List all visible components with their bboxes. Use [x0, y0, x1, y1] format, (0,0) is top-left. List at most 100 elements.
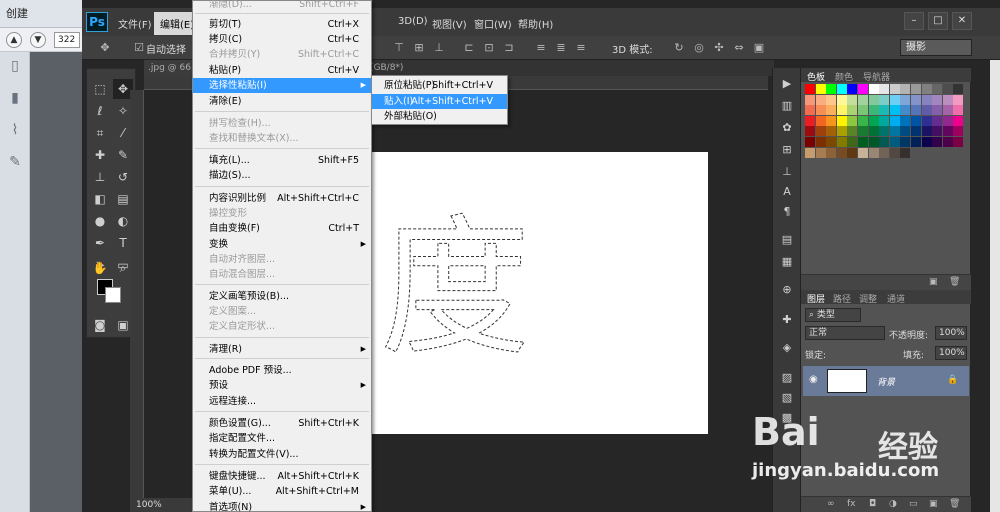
swatch[interactable]	[847, 147, 858, 158]
align-right-icon[interactable]: ⊐	[502, 41, 516, 55]
swatch[interactable]	[942, 105, 953, 116]
swatch[interactable]	[858, 137, 868, 147]
swatch[interactable]	[879, 137, 890, 147]
swatch[interactable]	[805, 115, 815, 126]
distribute-middle-icon[interactable]: ≣	[554, 41, 568, 55]
swatch[interactable]	[921, 94, 932, 105]
distribute-bottom-icon[interactable]: ≡	[574, 41, 588, 55]
swatch[interactable]	[858, 115, 868, 126]
create-button[interactable]: 创建	[6, 5, 28, 21]
character-icon[interactable]: A	[779, 184, 795, 200]
menu-item-purge[interactable]: 清理(R) ▶	[193, 342, 371, 357]
swatch[interactable]	[900, 94, 911, 105]
menu-item-remote-connections[interactable]: 远程连接...	[193, 394, 371, 409]
swatch[interactable]	[879, 115, 890, 126]
swatch[interactable]	[805, 94, 815, 105]
swatch[interactable]	[858, 105, 868, 116]
swatch[interactable]	[932, 105, 943, 116]
swatch[interactable]	[805, 84, 815, 94]
menu-view[interactable]: 视图(V)	[432, 16, 467, 31]
swatch[interactable]	[900, 105, 911, 116]
adjust-icon[interactable]: ⊞	[779, 142, 795, 158]
tab-paths[interactable]: 路径	[833, 292, 851, 305]
swatch[interactable]	[921, 84, 932, 94]
tab-layers[interactable]: 图层	[807, 292, 825, 305]
swatch[interactable]	[858, 126, 868, 137]
swatch[interactable]	[868, 126, 879, 137]
3d-slide-icon[interactable]: ⇔	[732, 41, 746, 55]
swatch[interactable]	[815, 94, 826, 105]
opacity-input[interactable]: 100%	[935, 326, 967, 340]
menu-item-menus[interactable]: 菜单(U)... Alt+Shift+Ctrl+M	[193, 484, 371, 499]
swatch[interactable]	[847, 115, 858, 126]
swatch[interactable]	[879, 84, 890, 94]
adjustment-layer-icon[interactable]: ◑	[889, 499, 897, 509]
document-tab-suffix[interactable]: (GB/8*)	[366, 60, 774, 76]
layer-row-background[interactable]: ◉ 背景 🔒	[803, 366, 969, 396]
distribute-top-icon[interactable]: ≡	[534, 41, 548, 55]
swatch[interactable]	[932, 115, 943, 126]
swatch[interactable]	[900, 126, 911, 137]
swatch[interactable]	[879, 105, 890, 116]
swatch[interactable]	[836, 94, 847, 105]
new-layer-icon[interactable]: ▣	[929, 499, 938, 509]
lasso-tool-icon[interactable]: ℓ	[90, 101, 110, 121]
menu-item-color-settings[interactable]: 颜色设置(G)... Shift+Ctrl+K	[193, 416, 371, 431]
blend-mode-select[interactable]: 正常	[805, 326, 885, 340]
mask-icon[interactable]: ◘	[869, 499, 876, 509]
swatch[interactable]	[911, 84, 921, 94]
move-tool-icon[interactable]: ✥	[98, 41, 112, 55]
submenu-item-paste-into[interactable]: 贴入(I) Alt+Shift+Ctrl+V	[372, 94, 507, 109]
pages-icon[interactable]: ▯	[7, 58, 23, 74]
swatch[interactable]	[805, 137, 815, 147]
menu-item-define-brush-preset[interactable]: 定义画笔预设(B)...	[193, 289, 371, 304]
menu-item-preferences[interactable]: 首选项(N) ▶	[193, 500, 371, 512]
tab-adjustments[interactable]: 调整	[859, 292, 877, 305]
workspace-select[interactable]: 摄影	[900, 39, 972, 56]
swatch[interactable]	[921, 126, 932, 137]
menu-window[interactable]: 窗口(W)	[474, 16, 512, 31]
measure-icon[interactable]: ▨	[779, 370, 795, 386]
swatch[interactable]	[953, 105, 964, 116]
auto-select-checkbox[interactable]: ☑	[132, 41, 146, 55]
clone-source-icon[interactable]: ⊥	[779, 164, 795, 180]
info-icon[interactable]: ▦	[779, 254, 795, 270]
align-top-icon[interactable]: ⊤	[392, 41, 406, 55]
swatch[interactable]	[815, 137, 826, 147]
swatch[interactable]	[815, 115, 826, 126]
swatch[interactable]	[815, 147, 826, 158]
swatch[interactable]	[836, 105, 847, 116]
3d-pan-icon[interactable]: ✣	[712, 41, 726, 55]
swatch[interactable]	[911, 115, 921, 126]
submenu-item-paste-outside[interactable]: 外部粘贴(O)	[372, 109, 507, 124]
clone-stamp-tool-icon[interactable]: ⊥	[90, 167, 110, 187]
new-swatch-icon[interactable]: ▣	[929, 277, 938, 287]
swatch[interactable]	[900, 115, 911, 126]
menu-item-paste-special[interactable]: 选择性粘贴(I) ▶	[193, 78, 371, 93]
fx-icon[interactable]: fx	[847, 499, 856, 509]
attachment-icon[interactable]: ⌇	[7, 122, 23, 138]
menu-item-keyboard-shortcuts[interactable]: 键盘快捷键... Alt+Shift+Ctrl+K	[193, 469, 371, 484]
swatch[interactable]	[805, 147, 815, 158]
swatch[interactable]	[868, 84, 879, 94]
swatch[interactable]	[815, 105, 826, 116]
align-bottom-icon[interactable]: ⊥	[432, 41, 446, 55]
history-icon[interactable]: ▥	[779, 98, 795, 114]
menu-item-copy[interactable]: 拷贝(C) Ctrl+C	[193, 32, 371, 47]
menu-item-fill[interactable]: 填充(L)... Shift+F5	[193, 153, 371, 168]
swatch[interactable]	[889, 84, 900, 94]
swatch[interactable]	[805, 105, 815, 116]
swatch[interactable]	[879, 94, 890, 105]
swatch[interactable]	[889, 137, 900, 147]
page-down-icon[interactable]: ▼	[30, 32, 46, 48]
swatch[interactable]	[826, 94, 837, 105]
hand-tool-icon[interactable]: ✋	[90, 258, 110, 278]
swatch[interactable]	[836, 147, 847, 158]
link-layers-icon[interactable]: ∞	[827, 499, 835, 509]
swatch[interactable]	[911, 105, 921, 116]
document-canvas[interactable]: 度	[372, 152, 708, 434]
page-number-input[interactable]: 322	[54, 32, 80, 48]
healing-brush-tool-icon[interactable]: ✚	[90, 145, 110, 165]
pen-tool-icon[interactable]: ✒	[90, 233, 110, 253]
menu-item-cut[interactable]: 剪切(T) Ctrl+X	[193, 17, 371, 32]
